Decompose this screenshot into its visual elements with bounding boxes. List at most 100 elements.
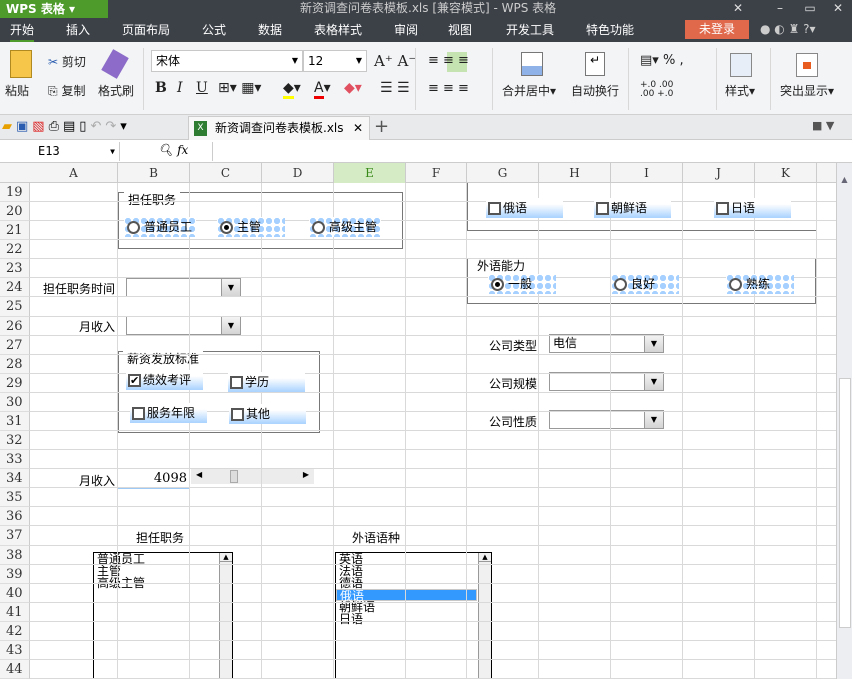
row-header-27[interactable]: 27 (0, 335, 30, 355)
wrap-text-button[interactable]: 自动换行 (571, 82, 619, 99)
row-header-42[interactable]: 42 (0, 621, 30, 641)
menu-tab[interactable]: 开始 (10, 18, 35, 42)
minimize-button[interactable]: – (770, 0, 790, 16)
radio-option[interactable]: 熟练 (726, 274, 794, 294)
row-header-20[interactable]: 20 (0, 202, 30, 222)
paste-button[interactable]: 粘贴 (5, 82, 29, 99)
menu-tab[interactable]: 审阅 (394, 18, 418, 42)
merge-center-button[interactable]: 合并居中▾ (502, 82, 556, 99)
zoom-fx-icons[interactable]: 🔍︎ fx (158, 143, 188, 157)
copy-button[interactable]: ⎘ 复制 (48, 82, 85, 99)
list-item[interactable]: 日语 (336, 613, 477, 625)
font-select[interactable]: 宋体 ▼ (151, 50, 303, 72)
row-header-29[interactable]: 29 (0, 373, 30, 393)
italic-button[interactable]: I (177, 80, 183, 96)
fill-color-icon[interactable]: ◆▾ (283, 80, 301, 99)
company-nature-combo[interactable]: ▼ (549, 410, 664, 429)
row-header-23[interactable]: 23 (0, 259, 30, 279)
row-header-26[interactable]: 26 (0, 316, 30, 336)
font-size-select[interactable]: 12 ▼ (303, 50, 367, 72)
close-tab-icon[interactable]: ✕ (353, 117, 363, 139)
language-checkbox[interactable]: 日语 (714, 198, 791, 218)
radio-option[interactable]: 良好 (611, 274, 679, 294)
column-header-I[interactable]: I (611, 163, 683, 183)
row-header-40[interactable]: 40 (0, 583, 30, 603)
income-value-cell[interactable]: 4098 (117, 468, 190, 489)
row-header-36[interactable]: 36 (0, 507, 30, 527)
row-header-34[interactable]: 34 (0, 469, 30, 489)
column-header-E[interactable]: E (334, 163, 406, 183)
help-icons[interactable]: ● ◐ ♜ ?▾ (760, 22, 816, 36)
row-header-37[interactable]: 37 (0, 526, 30, 546)
menu-tab[interactable]: 页面布局 (122, 18, 170, 42)
menu-tab[interactable]: 数据 (258, 18, 282, 42)
column-header-A[interactable]: A (30, 163, 118, 183)
skin-icon[interactable]: ✕ (728, 0, 748, 16)
column-header-C[interactable]: C (190, 163, 262, 183)
clear-format-icon[interactable]: ◆▾ (344, 80, 362, 96)
vertical-align-icons[interactable]: ≡ ≡ ≡ (428, 53, 469, 68)
row-header-31[interactable]: 31 (0, 411, 30, 432)
radio-option[interactable]: 高级主管 (309, 217, 381, 237)
highlight-button[interactable]: 突出显示▾ (780, 82, 834, 99)
login-button[interactable]: 未登录 (685, 20, 749, 39)
maximize-button[interactable]: ▭ (800, 0, 820, 16)
menu-tab[interactable]: 表格样式 (314, 18, 362, 42)
row-header-33[interactable]: 33 (0, 450, 30, 470)
format-painter-button[interactable]: 格式刷 (98, 82, 134, 99)
column-header-G[interactable]: G (467, 163, 539, 183)
paste-icon[interactable] (10, 50, 32, 78)
row-header-19[interactable]: 19 (0, 183, 30, 203)
row-header-25[interactable]: 25 (0, 297, 30, 317)
horizontal-align-icons[interactable]: ≡ ≡ ≡ (428, 81, 469, 96)
border-icon[interactable]: ⊞▾ ▦▾ (218, 80, 261, 96)
row-header-28[interactable]: 28 (0, 354, 30, 374)
salary-checkbox[interactable]: 其他 (229, 404, 306, 424)
company-type-combo[interactable]: 电信 ▼ (549, 334, 664, 353)
salary-checkbox[interactable]: 服务年限 (130, 403, 207, 423)
row-header-44[interactable]: 44 (0, 660, 30, 679)
vertical-scrollbar[interactable]: ▲ (836, 163, 852, 679)
column-header-B[interactable]: B (118, 163, 190, 183)
column-header-J[interactable]: J (683, 163, 755, 183)
column-header-F[interactable]: F (406, 163, 467, 183)
number-format-icons[interactable]: ▤▾ % , (640, 53, 684, 68)
column-header-D[interactable]: D (262, 163, 334, 183)
radio-option[interactable]: 一般 (488, 274, 556, 294)
font-color-icon[interactable]: A▾ (314, 80, 331, 99)
row-header-35[interactable]: 35 (0, 488, 30, 508)
row-header-39[interactable]: 39 (0, 564, 30, 584)
name-box[interactable]: E13 ▼ (0, 142, 120, 161)
scroll-thumb[interactable] (230, 470, 239, 483)
decimal-icons[interactable]: +.0 .00.00 +.0 (640, 81, 673, 99)
new-tab-button[interactable]: + (374, 116, 389, 137)
bold-button[interactable]: B (155, 80, 167, 96)
menu-tab[interactable]: 视图 (448, 18, 472, 42)
cut-button[interactable]: ✂ 剪切 (48, 53, 86, 70)
underline-button[interactable]: U (196, 80, 208, 96)
quick-access-icons[interactable]: ▰▣▧⎙▤▯↶↷▾ (2, 119, 131, 134)
row-header-24[interactable]: 24 (0, 278, 30, 298)
grow-font-icon[interactable]: A⁺ A⁻ (374, 52, 416, 70)
menu-tab[interactable]: 公式 (202, 18, 226, 42)
styles-button[interactable]: 样式▾ (725, 82, 755, 99)
formula-input[interactable] (212, 142, 852, 161)
close-button[interactable]: ✕ (828, 0, 848, 16)
row-header-43[interactable]: 43 (0, 640, 30, 660)
company-size-combo[interactable]: ▼ (549, 372, 664, 391)
language-checkbox[interactable]: 朝鲜语 (594, 198, 671, 218)
salary-checkbox[interactable]: 学历 (228, 372, 305, 392)
row-header-32[interactable]: 32 (0, 431, 30, 451)
indent-icons[interactable]: ☰ ☰ (380, 80, 410, 96)
app-logo-menu[interactable]: WPS 表格 ▾ (0, 0, 108, 18)
language-checkbox[interactable]: 俄语 (486, 198, 563, 218)
income-scrollbar[interactable]: ◀ ▶ (191, 469, 314, 484)
monthly-income-combo[interactable]: ▼ (126, 316, 241, 335)
window-options-icons[interactable]: ■ ▼ (812, 119, 834, 132)
menu-tab[interactable]: 插入 (66, 18, 90, 42)
row-header-38[interactable]: 38 (0, 545, 30, 565)
row-header-41[interactable]: 41 (0, 602, 30, 622)
row-header-22[interactable]: 22 (0, 240, 30, 260)
row-header-30[interactable]: 30 (0, 392, 30, 412)
salary-checkbox[interactable]: ✔ 绩效考评 (126, 370, 203, 390)
